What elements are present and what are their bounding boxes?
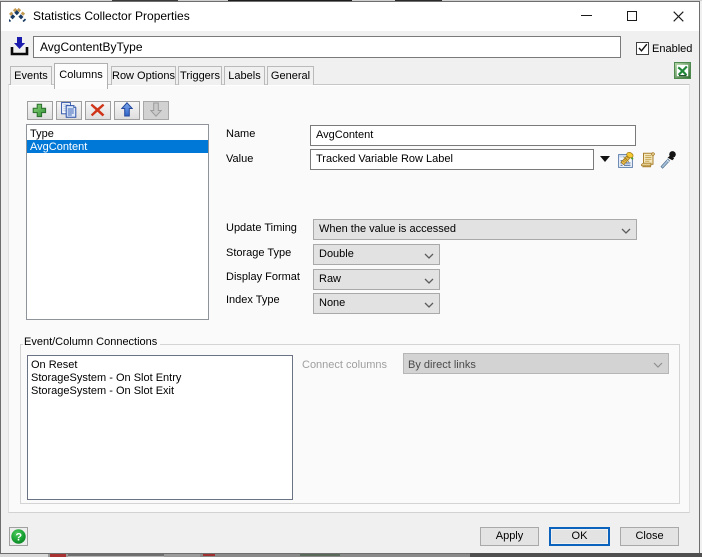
svg-text:?: ?: [15, 532, 22, 544]
